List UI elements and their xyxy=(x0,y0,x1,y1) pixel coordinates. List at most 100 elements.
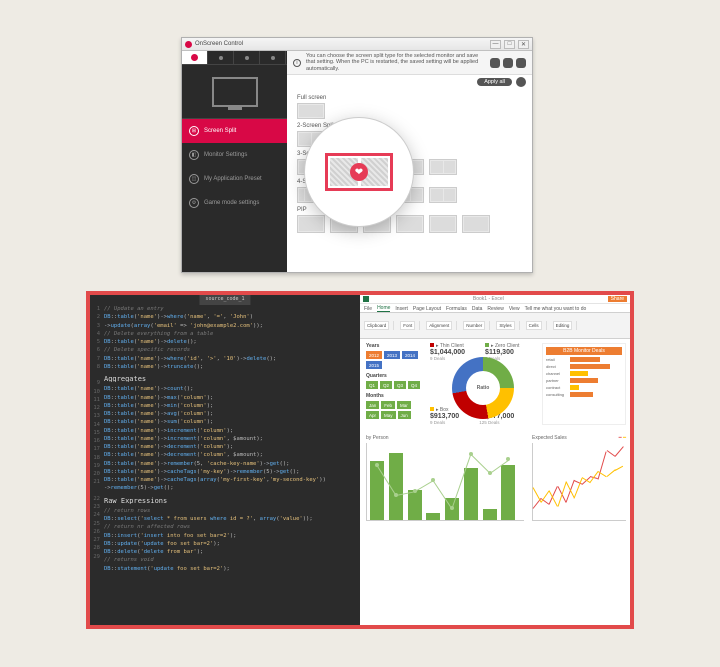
minimize-button[interactable]: — xyxy=(490,40,501,49)
slicer-title-quarters: Quarters xyxy=(366,373,422,379)
dashboard-area[interactable]: Years 201220132014 2015 Quarters Q1Q2Q3Q4… xyxy=(360,339,630,625)
slicer-title-months: Months xyxy=(366,393,422,399)
hbar-row: consulting xyxy=(546,392,622,397)
info-bar: i You can choose the screen split type f… xyxy=(287,51,532,75)
slicer-chip[interactable]: 2014 xyxy=(402,351,418,359)
expected-title: Expected Sales xyxy=(532,435,567,441)
donut-chart: Ratio xyxy=(452,357,514,419)
ribbon: ClipboardFontAlignmentNumberStylesCellsE… xyxy=(360,313,630,339)
nav-label: Screen Split xyxy=(204,128,236,134)
apply-all-button[interactable]: Apply all xyxy=(477,78,512,86)
window-title: OnScreen Control xyxy=(195,41,243,47)
maximize-button[interactable]: □ xyxy=(504,40,515,49)
layout-4-e[interactable] xyxy=(429,187,457,203)
sidebar: ⊞ Screen Split ◧ Monitor Settings ◫ My A… xyxy=(182,51,287,272)
slicer-title-years: Years xyxy=(366,343,422,349)
monitor-tab-3[interactable] xyxy=(234,51,260,64)
split-demo-frame: source_code_1 12345678 91011121314151617… xyxy=(86,291,634,629)
excel-titlebar: Book1 - Excel Share xyxy=(360,295,630,304)
code-line: ->update(array('email' => 'john@example2… xyxy=(104,322,358,330)
ribbon-tab-view[interactable]: View xyxy=(509,306,520,312)
layout-full[interactable] xyxy=(297,103,325,119)
slicer-chip[interactable]: Q1 xyxy=(366,381,378,389)
window-titlebar: OnScreen Control — □ ✕ xyxy=(182,38,532,51)
nav-label: Monitor Settings xyxy=(204,152,247,158)
bar xyxy=(483,509,497,520)
code-tab-title[interactable]: source_code_1 xyxy=(199,295,250,305)
by-person-chart: by Person xyxy=(366,435,524,525)
ribbon-tab-data[interactable]: Data xyxy=(472,306,483,312)
code-line: // Delete everything from a table xyxy=(104,330,358,338)
monitor-selector-tabs xyxy=(182,51,287,65)
monitor-tab-4[interactable] xyxy=(260,51,286,64)
excel-logo-icon xyxy=(363,296,369,302)
nav-screen-split[interactable]: ⊞ Screen Split xyxy=(182,119,287,143)
extra-button[interactable] xyxy=(516,77,526,87)
info-icon: i xyxy=(293,59,301,67)
code-line: DB::table('name')->increment('column', $… xyxy=(104,435,358,443)
hbar-row: partner xyxy=(546,378,622,383)
slicer-chip[interactable]: Q4 xyxy=(408,381,420,389)
hbar-row: direct xyxy=(546,364,622,369)
ribbon-group-cells: Cells xyxy=(526,321,547,330)
ribbon-group-clipboard: Clipboard xyxy=(364,321,394,330)
slicer-chip[interactable]: Apr xyxy=(366,411,379,419)
ribbon-group-editing: Editing xyxy=(553,321,578,330)
refresh-icon[interactable] xyxy=(490,58,500,68)
code-line: ->remember(5)->get(); xyxy=(104,484,358,492)
code-line: DB::table('name')->delete(); xyxy=(104,338,358,346)
monitor-tab-2[interactable] xyxy=(208,51,234,64)
slicer-years: Years 201220132014 2015 xyxy=(366,343,422,369)
ribbon-group-number: Number xyxy=(463,321,490,330)
settings-icon[interactable] xyxy=(516,58,526,68)
ribbon-tab-review[interactable]: Review xyxy=(487,306,503,312)
slicer-chip[interactable]: 2012 xyxy=(366,351,382,359)
slicer-chip[interactable]: Jan xyxy=(366,401,379,409)
code-line: DB::table('name')->count(); xyxy=(104,385,358,393)
slicer-chip[interactable]: Mar xyxy=(397,401,411,409)
code-line: DB::insert('insert into foo set bar=2'); xyxy=(104,532,358,540)
layout-pip-a[interactable] xyxy=(297,215,325,233)
layout-3-e[interactable] xyxy=(429,159,457,175)
layout-pip-f[interactable] xyxy=(462,215,490,233)
ribbon-tab-home[interactable]: Home xyxy=(377,305,390,312)
code-line: // Delete specific records xyxy=(104,346,358,354)
layout-pip-d[interactable] xyxy=(396,215,424,233)
monitor-settings-icon: ◧ xyxy=(189,150,199,160)
hbar-row: retail xyxy=(546,357,622,362)
ribbon-tab-insert[interactable]: Insert xyxy=(395,306,408,312)
slicer-chip[interactable]: Feb xyxy=(381,401,395,409)
info-text: You can choose the screen split type for… xyxy=(306,53,485,71)
ribbon-tab-page-layout[interactable]: Page Layout xyxy=(413,306,441,312)
slicer-chip[interactable]: Q3 xyxy=(394,381,406,389)
slicer-chip[interactable]: 2013 xyxy=(384,351,400,359)
nav-game-mode[interactable]: ⚙ Game mode settings xyxy=(182,191,287,215)
code-line: DB::table('name')->increment('column'); xyxy=(104,427,358,435)
code-line: // return nr affected rows xyxy=(104,523,358,531)
code-line: DB::table('name')->cacheTags('my-key')->… xyxy=(104,468,358,476)
ribbon-group-styles: Styles xyxy=(496,321,519,330)
donut-center-label: Ratio xyxy=(466,371,500,405)
help-icon[interactable] xyxy=(503,58,513,68)
ribbon-tab-formulas[interactable]: Formulas xyxy=(446,306,467,312)
layout-pip-e[interactable] xyxy=(429,215,457,233)
ribbon-tab-tell-me-what-you-want-to-do[interactable]: Tell me what you want to do xyxy=(525,306,587,312)
nav-label: Game mode settings xyxy=(204,200,259,206)
nav-monitor-settings[interactable]: ◧ Monitor Settings xyxy=(182,143,287,167)
heart-icon: ❤ xyxy=(350,163,368,181)
code-body[interactable]: // Update an entryDB::table('name')->whe… xyxy=(104,305,358,573)
close-button[interactable]: ✕ xyxy=(518,40,529,49)
slicer-chip[interactable]: 2015 xyxy=(366,361,382,369)
share-button[interactable]: Share xyxy=(608,296,627,302)
monitor-tab-1[interactable] xyxy=(182,51,208,64)
slicer-chip[interactable]: Jun xyxy=(398,411,411,419)
ribbon-tab-file[interactable]: File xyxy=(364,306,372,312)
slicer-chip[interactable]: Q2 xyxy=(380,381,392,389)
bar xyxy=(370,461,384,520)
app-logo-icon xyxy=(185,41,192,48)
line-gutter: 12345678 9101112131415161718192021 22232… xyxy=(90,305,102,561)
bar xyxy=(501,465,515,521)
slicer-chip[interactable]: May xyxy=(381,411,396,419)
nav-app-preset[interactable]: ◫ My Application Preset xyxy=(182,167,287,191)
slicer-quarters: Quarters Q1Q2Q3Q4 xyxy=(366,373,422,389)
